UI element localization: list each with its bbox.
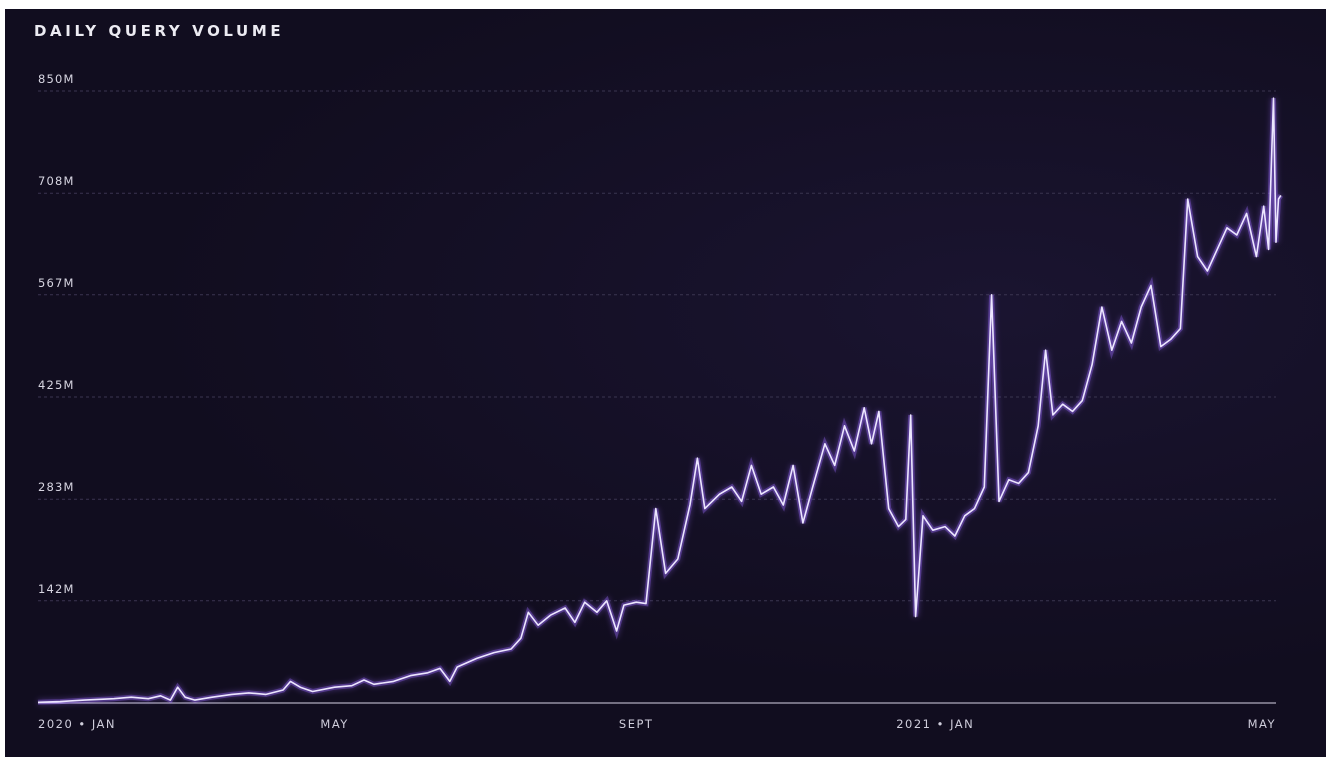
x-tick-label: 2021 • JAN (896, 717, 974, 731)
x-tick-label: MAY (1248, 717, 1276, 731)
y-tick-label: 142M (38, 582, 75, 596)
y-tick-label: 708M (38, 174, 75, 188)
y-tick-label: 850M (38, 72, 75, 86)
x-tick-label: SEPT (619, 717, 654, 731)
y-tick-label: 567M (38, 276, 75, 290)
series-glow (37, 98, 1283, 705)
x-tick-label: 2020 • JAN (38, 717, 116, 731)
y-tick-label: 425M (38, 378, 75, 392)
x-tick-label: MAY (320, 717, 348, 731)
series-line (37, 97, 1282, 704)
y-tick-label: 283M (38, 480, 75, 494)
line-chart: 850M 708M 567M 425M 283M 142M 2020 • JAN MAY SE… (37, 72, 1283, 731)
